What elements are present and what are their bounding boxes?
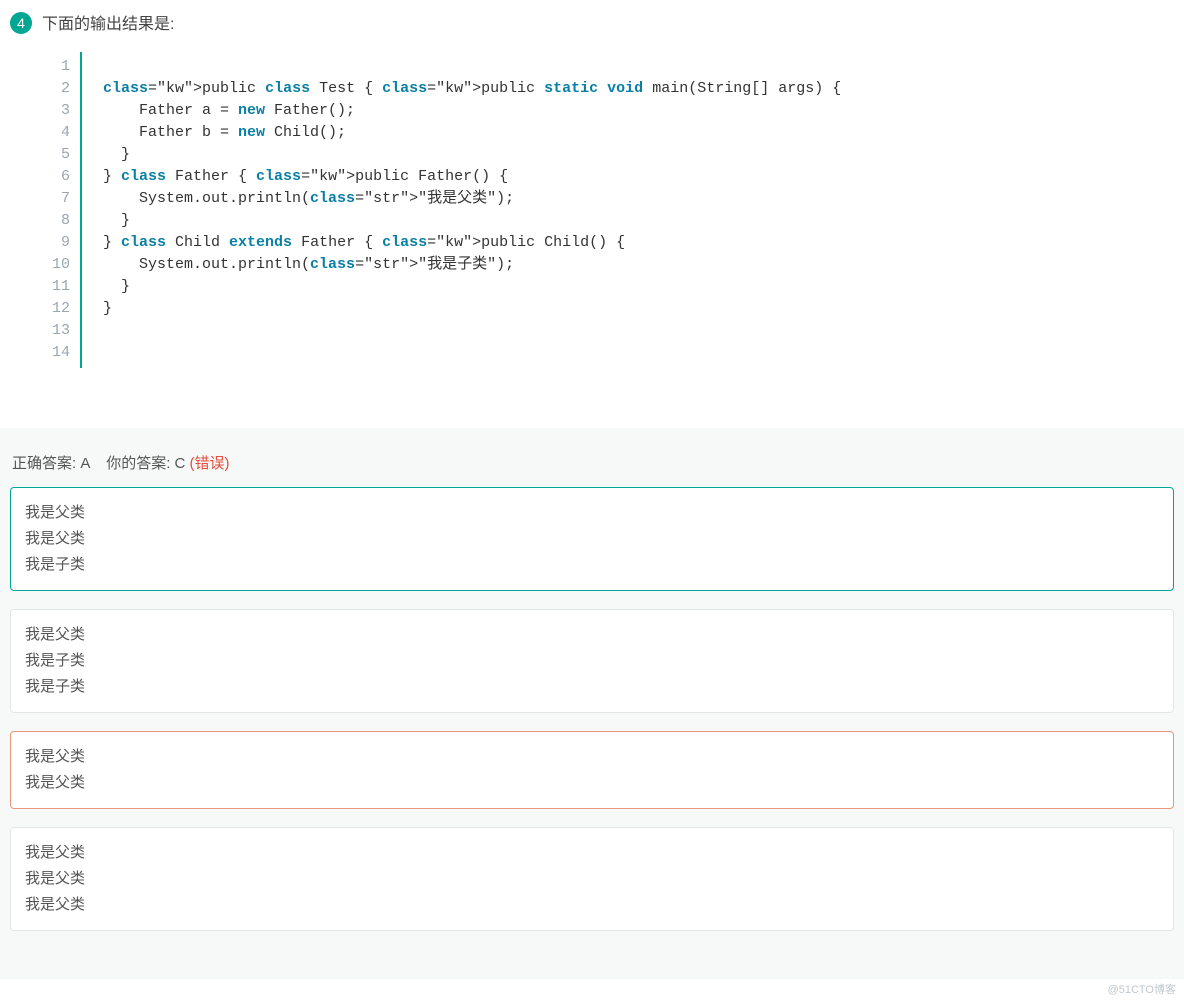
option-line: 我是父类 xyxy=(25,892,1159,918)
line-number: 8 xyxy=(50,210,70,232)
line-number: 6 xyxy=(50,166,70,188)
option-line: 我是父类 xyxy=(25,840,1159,866)
option-A[interactable]: 我是父类我是父类我是子类 xyxy=(10,487,1174,591)
option-line: 我是父类 xyxy=(25,770,1159,796)
line-number: 13 xyxy=(50,320,70,342)
correct-answer-label: 正确答案: A xyxy=(12,455,90,472)
watermark: @51CTO博客 xyxy=(1108,981,1176,997)
answer-section: 正确答案: A 你的答案: C (错误) 我是父类我是父类我是子类我是父类我是子… xyxy=(0,428,1184,979)
code-block: 1234567891011121314 class="kw">public cl… xyxy=(46,52,1174,368)
line-number: 12 xyxy=(50,298,70,320)
line-number-gutter: 1234567891011121314 xyxy=(46,52,80,368)
question-header: 4 下面的输出结果是: xyxy=(0,0,1184,44)
line-number: 10 xyxy=(50,254,70,276)
option-line: 我是子类 xyxy=(25,674,1159,700)
line-number: 7 xyxy=(50,188,70,210)
line-number: 14 xyxy=(50,342,70,364)
option-line: 我是子类 xyxy=(25,552,1159,578)
option-B[interactable]: 我是父类我是子类我是子类 xyxy=(10,609,1174,713)
option-line: 我是父类 xyxy=(25,866,1159,892)
your-answer-label: 你的答案: C xyxy=(106,455,185,472)
option-D[interactable]: 我是父类我是父类我是父类 xyxy=(10,827,1174,931)
option-line: 我是父类 xyxy=(25,526,1159,552)
wrong-tag: (错误) xyxy=(190,455,230,472)
line-number: 2 xyxy=(50,78,70,100)
question-title: 下面的输出结果是: xyxy=(42,10,174,34)
option-line: 我是父类 xyxy=(25,744,1159,770)
code-body: class="kw">public class Test { class="kw… xyxy=(80,52,853,368)
line-number: 11 xyxy=(50,276,70,298)
line-number: 4 xyxy=(50,122,70,144)
line-number: 5 xyxy=(50,144,70,166)
option-C[interactable]: 我是父类我是父类 xyxy=(10,731,1174,809)
line-number: 3 xyxy=(50,100,70,122)
option-line: 我是父类 xyxy=(25,622,1159,648)
answer-line: 正确答案: A 你的答案: C (错误) xyxy=(10,448,1174,487)
option-line: 我是父类 xyxy=(25,500,1159,526)
line-number: 9 xyxy=(50,232,70,254)
line-number: 1 xyxy=(50,56,70,78)
question-number-badge: 4 xyxy=(10,12,32,34)
option-line: 我是子类 xyxy=(25,648,1159,674)
